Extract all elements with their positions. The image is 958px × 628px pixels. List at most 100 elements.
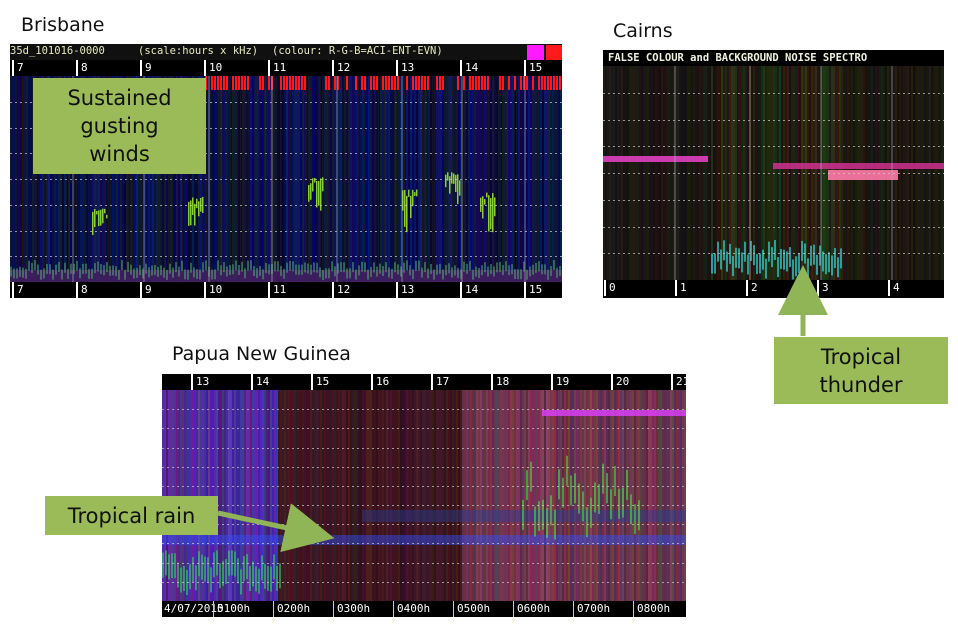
brisbane-bottom-hour-label: 13: [401, 283, 415, 296]
cairns-spectrogram: FALSE COLOUR and BACKGROUND NOISE SPECTR…: [603, 50, 944, 298]
brisbane-top-hour-label: 13: [401, 61, 415, 74]
brisbane-hour-axis-top: 7 8 9 10 11 12 13 14 15: [10, 60, 562, 76]
cairns-hour-label: 2: [751, 281, 758, 294]
png-bottom-time-label: 0200h: [277, 602, 311, 615]
png-bottom-time-label: 0100h: [217, 602, 251, 615]
callout-sustained-gusting-winds: Sustained gusting winds: [33, 78, 206, 174]
png-top-hour-tick: [671, 374, 673, 390]
cairns-header-label: FALSE COLOUR and BACKGROUND NOISE SPECTR…: [608, 52, 868, 64]
brisbane-colour-label: (colour: R-G-B=ACI-ENT-EVN): [272, 45, 443, 57]
png-bottom-tick: [333, 601, 334, 617]
png-bottom-time-label: 0700h: [577, 602, 611, 615]
png-bottom-tick: [633, 601, 634, 617]
brisbane-bottom-hour-tick: [332, 282, 334, 298]
brisbane-bottom-hour-label: 8: [81, 283, 88, 296]
brisbane-top-hour-label: 11: [273, 61, 287, 74]
png-top-hour-tick: [551, 374, 553, 390]
callout-tropical-rain: Tropical rain: [45, 496, 218, 535]
cairns-hour-label: 4: [893, 281, 900, 294]
cairns-header-bar: FALSE COLOUR and BACKGROUND NOISE SPECTR…: [603, 50, 944, 66]
brisbane-top-hour-tick: [396, 60, 398, 76]
png-top-hour-tick: [311, 374, 313, 390]
brisbane-bottom-hour-tick: [268, 282, 270, 298]
brisbane-header-bar: 35d_101016-0000 (scale:hours x kHz) (col…: [10, 44, 562, 60]
brisbane-scale-label: (scale:hours x kHz): [138, 45, 259, 57]
png-top-hour-label: 14: [256, 375, 270, 388]
png-bottom-tick: [573, 601, 574, 617]
cairns-plot: [603, 66, 944, 280]
png-bottom-tick: [213, 601, 214, 617]
brisbane-swatch-red: [546, 45, 562, 60]
brisbane-file-label: 35d_101016-0000: [10, 45, 105, 57]
cairns-hour-label: 1: [680, 281, 687, 294]
callout-thunder-line-1: Tropical: [820, 344, 902, 369]
brisbane-bottom-hour-tick: [460, 282, 462, 298]
png-plot: [162, 390, 686, 601]
png-top-hour-label: 21: [676, 375, 686, 388]
brisbane-bottom-hour-label: 11: [273, 283, 287, 296]
png-title: Papua New Guinea: [172, 343, 351, 365]
brisbane-title: Brisbane: [21, 14, 105, 36]
brisbane-top-hour-label: 15: [529, 61, 543, 74]
callout-thunder-line-2: thunder: [819, 372, 903, 397]
cairns-hour-axis: 0 1 2 3 4: [603, 280, 944, 298]
cairns-hour-tick: [604, 280, 606, 296]
cairns-hour-tick: [746, 280, 748, 296]
brisbane-top-hour-tick: [204, 60, 206, 76]
png-bottom-tick: [393, 601, 394, 617]
brisbane-top-hour-tick: [524, 60, 526, 76]
png-top-hour-label: 18: [496, 375, 510, 388]
png-top-hour-label: 19: [556, 375, 570, 388]
png-top-hour-tick: [491, 374, 493, 390]
callout-winds-line-2: gusting: [80, 114, 159, 138]
png-bottom-time-label: 0300h: [337, 602, 371, 615]
cairns-hour-tick: [888, 280, 890, 296]
cairns-hour-tick: [817, 280, 819, 296]
png-bottom-time-label: 0500h: [457, 602, 491, 615]
cairns-hour-label: 3: [822, 281, 829, 294]
png-top-hour-tick: [191, 374, 193, 390]
brisbane-bottom-hour-tick: [76, 282, 78, 298]
brisbane-bottom-hour-tick: [140, 282, 142, 298]
png-bottom-time-label: 0600h: [517, 602, 551, 615]
brisbane-bottom-hour-tick: [204, 282, 206, 298]
brisbane-top-hour-tick: [332, 60, 334, 76]
brisbane-bottom-hour-label: 7: [17, 283, 24, 296]
brisbane-top-hour-label: 12: [337, 61, 351, 74]
brisbane-top-hour-label: 7: [17, 61, 24, 74]
brisbane-bottom-hour-tick: [524, 282, 526, 298]
brisbane-top-hour-tick: [12, 60, 14, 76]
png-top-hour-label: 15: [316, 375, 330, 388]
png-top-hour-label: 13: [196, 375, 210, 388]
brisbane-bottom-hour-tick: [396, 282, 398, 298]
brisbane-swatch-magenta: [527, 45, 544, 60]
brisbane-bottom-hour-label: 14: [465, 283, 479, 296]
callout-tropical-thunder: Tropical thunder: [774, 337, 948, 404]
png-bottom-time-label: 4/07/2015: [164, 602, 224, 615]
png-spectrogram: 13 14 15 16 17 18 19 20 21 4/07/2015 0100h 0200h 03…: [162, 374, 686, 617]
png-top-hour-label: 20: [616, 375, 630, 388]
brisbane-bottom-hour-label: 12: [337, 283, 351, 296]
png-bottom-time-label: 0800h: [637, 602, 671, 615]
brisbane-top-hour-tick: [140, 60, 142, 76]
png-bottom-time-label: 0400h: [397, 602, 431, 615]
brisbane-top-hour-label: 8: [81, 61, 88, 74]
callout-winds-line-3: winds: [89, 142, 150, 166]
cairns-title: Cairns: [613, 20, 673, 42]
brisbane-bottom-hour-label: 15: [529, 283, 543, 296]
brisbane-top-hour-label: 14: [465, 61, 479, 74]
brisbane-bottom-hour-label: 10: [209, 283, 223, 296]
brisbane-hour-axis-bottom: 7 8 9 10 11 12 13 14 15: [10, 282, 562, 298]
cairns-hour-label: 0: [609, 281, 616, 294]
brisbane-top-hour-tick: [268, 60, 270, 76]
png-bottom-tick: [453, 601, 454, 617]
png-top-hour-label: 17: [436, 375, 450, 388]
png-time-axis-bottom: 4/07/2015 0100h 0200h 0300h 0400h 0500h 0600h 0…: [162, 601, 686, 617]
brisbane-bottom-hour-tick: [12, 282, 14, 298]
brisbane-top-hour-tick: [460, 60, 462, 76]
brisbane-top-hour-label: 9: [145, 61, 152, 74]
png-bottom-tick: [273, 601, 274, 617]
brisbane-top-hour-label: 10: [209, 61, 223, 74]
png-top-hour-tick: [371, 374, 373, 390]
png-top-hour-label: 16: [376, 375, 390, 388]
